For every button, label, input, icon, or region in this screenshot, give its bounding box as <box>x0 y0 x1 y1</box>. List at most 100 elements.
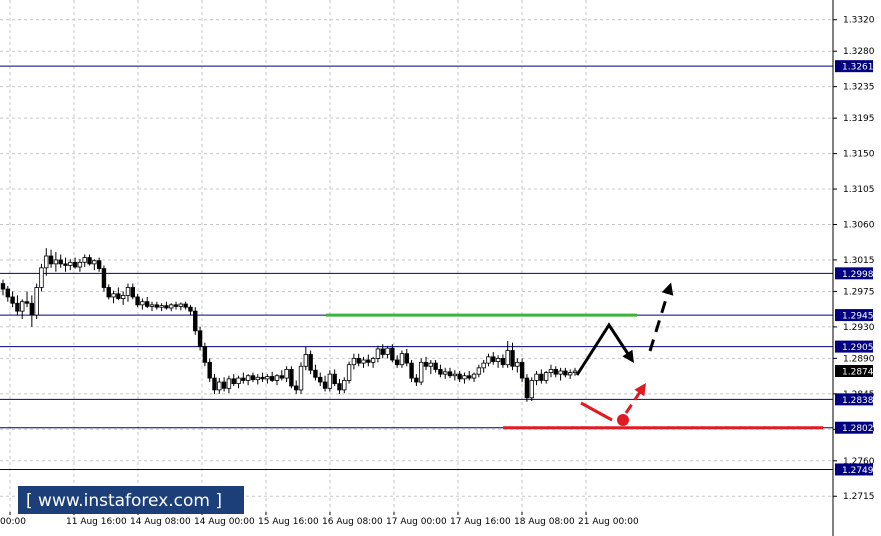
candle-body <box>308 354 313 371</box>
candle-body <box>322 381 328 389</box>
candle-body <box>337 383 342 391</box>
candle-body <box>495 357 501 362</box>
time-tick-label: 17 Aug 16:00 <box>450 517 511 527</box>
candle-body <box>548 369 554 373</box>
price-tick-label: 1.3150 <box>843 150 875 160</box>
time-tick-label: 15 Aug 16:00 <box>258 517 319 527</box>
candle-body <box>486 356 491 364</box>
candle-body <box>53 259 59 265</box>
candle-body <box>125 287 131 296</box>
time-axis: 00:00 11 Aug 16:00 14 Aug 08:00 14 Aug 00:0… <box>0 512 639 527</box>
candle-body <box>207 361 212 379</box>
candle-body <box>543 372 549 381</box>
candle-body <box>361 359 366 364</box>
candle-body <box>404 353 409 364</box>
candle-body <box>149 304 155 307</box>
candle-body <box>519 361 525 379</box>
candle-body <box>409 362 414 379</box>
candle-body <box>342 380 347 391</box>
price-tick-label: 1.3195 <box>843 114 875 124</box>
candle-body <box>491 356 496 362</box>
candle-body <box>106 287 111 298</box>
candle-body <box>169 304 174 309</box>
candle-body <box>20 301 25 312</box>
candle-body <box>572 370 578 373</box>
candle-body <box>418 361 424 383</box>
candle-body <box>351 357 357 366</box>
candle-body <box>130 287 135 298</box>
candle-body <box>524 377 530 399</box>
bearish-path-line <box>580 401 613 422</box>
candle-body <box>298 365 304 391</box>
candle-body <box>68 261 73 266</box>
candle-body <box>534 373 539 381</box>
candle-body <box>250 375 256 381</box>
candle-body <box>269 376 275 381</box>
candle-body <box>563 370 568 376</box>
candle-body <box>96 260 102 270</box>
bullish-continuation-arrow <box>648 282 674 352</box>
candle-body <box>111 293 116 298</box>
candle-body <box>140 301 145 306</box>
candle-body <box>48 255 54 265</box>
level-label-text: 1.2945 <box>842 312 874 322</box>
bullish-path-arrow <box>575 322 634 376</box>
candle-body <box>274 375 280 381</box>
candle-body <box>92 260 97 265</box>
candle-body <box>63 263 68 266</box>
candle-body <box>375 348 381 359</box>
candle-body <box>145 301 150 307</box>
level-label-text: 1.2802 <box>842 424 874 434</box>
candle-body <box>471 373 477 379</box>
price-chart: 1.3320 1.3280 1.3235 1.3195 1.3150 1.3105 1.30… <box>0 0 875 536</box>
candle-body <box>231 378 236 385</box>
price-tick-label: 1.3060 <box>843 220 875 230</box>
candle-body <box>260 376 265 380</box>
candle-body <box>467 375 472 379</box>
candle-body <box>279 375 284 379</box>
candle-body <box>510 350 515 367</box>
candle-body <box>380 348 385 355</box>
candle-body <box>24 301 30 304</box>
candle-body <box>505 350 510 366</box>
level-label-text: 1.2838 <box>842 396 874 406</box>
time-tick-label: 17 Aug 00:00 <box>386 517 447 527</box>
candle-body <box>385 347 390 355</box>
watermark-text: [ www.instaforex.com ] <box>26 491 222 511</box>
candle-body <box>567 372 573 376</box>
candle-body <box>0 283 6 290</box>
candle-body <box>558 370 563 375</box>
time-tick-label: 11 Aug 16:00 <box>66 517 127 527</box>
candle-body <box>332 373 337 385</box>
candle-body <box>173 304 179 307</box>
candle-body <box>58 259 63 265</box>
candle-body <box>433 362 438 370</box>
level-label-text: 1.3261 <box>842 63 874 73</box>
candle-body <box>202 346 208 363</box>
candle-body <box>313 369 318 378</box>
candle-body <box>77 261 83 268</box>
candle-body <box>245 375 251 381</box>
candle-body <box>370 357 376 363</box>
candle-body <box>457 373 462 380</box>
candle-body <box>284 369 289 379</box>
candle-body <box>553 369 558 375</box>
candle-body <box>29 302 35 316</box>
candle-body <box>212 377 217 391</box>
candle-body <box>452 373 458 377</box>
candle-body <box>159 305 164 308</box>
candle-body <box>366 359 371 363</box>
candle-body <box>120 294 126 299</box>
candle-body <box>294 385 299 391</box>
candle-body <box>423 361 429 367</box>
price-tick-label: 1.3105 <box>843 185 875 195</box>
candle-body <box>72 261 78 268</box>
level-label-text: 1.2749 <box>842 466 874 476</box>
candle-body <box>183 303 188 308</box>
candle-body <box>447 371 453 377</box>
candle-body <box>178 303 184 307</box>
time-tick-label: 18 Aug 08:00 <box>514 517 575 527</box>
level-label-text: 1.2998 <box>842 270 874 280</box>
candle-body <box>390 347 395 361</box>
time-tick-label: 14 Aug 00:00 <box>194 517 255 527</box>
